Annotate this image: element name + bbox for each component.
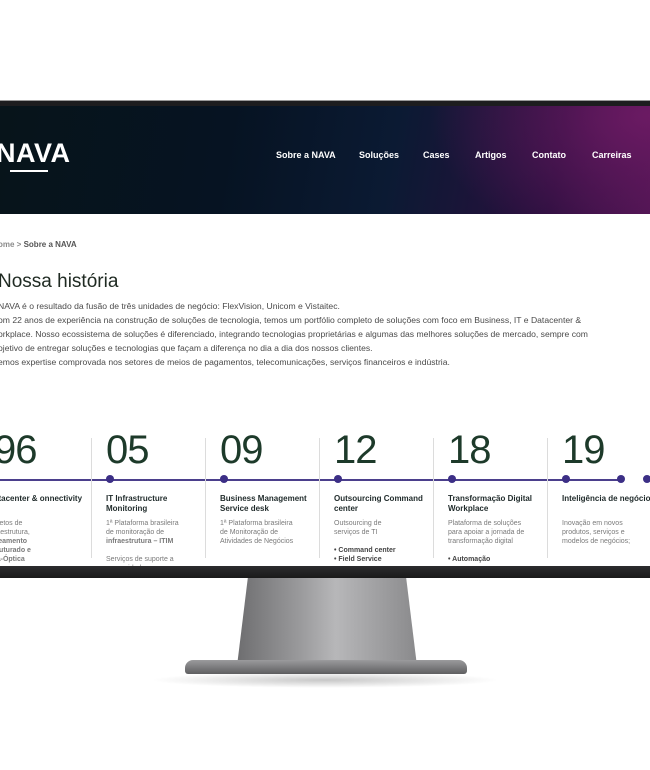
timeline-description-line: • Field Service (334, 556, 382, 563)
timeline-title: Outsourcing Command center (334, 494, 423, 513)
timeline-dot (334, 475, 342, 483)
timeline-year: 96 (0, 428, 37, 472)
timeline-description-line: 1ª Plataforma brasileira (220, 520, 293, 527)
timeline-description-line: raestrutura, (0, 529, 30, 536)
timeline-description-line: necessidade (106, 564, 179, 566)
nav-cases[interactable]: Cases (423, 150, 450, 160)
nav-carreiras[interactable]: Carreiras (592, 150, 632, 160)
timeline-title: Business Management Service desk (220, 494, 307, 513)
timeline-description-line: modelos de negócios; (562, 538, 631, 545)
breadcrumb-separator: > (14, 240, 24, 249)
timeline-description-line: 1ª Plataforma brasileira (106, 520, 179, 527)
timeline-description: Plataforma de soluções para apoiar a jorn… (448, 519, 524, 564)
nav-artigos[interactable]: Artigos (475, 150, 507, 160)
timeline-description-line: ra-Óptica (0, 556, 25, 563)
timeline-description-line: de Monitoração de (220, 529, 278, 536)
timeline-description: ojetos de raestrutura, beamento truturado e… (0, 519, 31, 564)
timeline-description: Outsourcing de serviços de TI • Command c… (334, 519, 396, 564)
timeline-description-line: Serviços de suporte a (106, 556, 174, 563)
timeline-year: 18 (448, 428, 491, 472)
timeline-description-line: Outsourcing de (334, 520, 382, 527)
breadcrumb-current: Sobre a NAVA (23, 240, 77, 249)
timeline-dot (220, 475, 228, 483)
timeline-description-line (448, 546, 524, 555)
nav-solucoes[interactable]: Soluções (359, 150, 399, 160)
timeline-description-line: transformação digital (448, 538, 513, 545)
intro-text: NAVA é o resultado da fusão de três unid… (0, 299, 650, 369)
timeline-dot (106, 475, 114, 483)
timeline-description-line: serviços de TI (334, 529, 378, 536)
intro-line: NAVA é o resultado da fusão de três unid… (0, 301, 340, 311)
monitor-screen: NAVA Sobre a NAVA Soluções Cases Artigos… (0, 106, 650, 566)
timeline-description-line: • Automação (448, 556, 491, 563)
timeline-year: 12 (334, 428, 377, 472)
timeline-description-line: Plataforma de soluções (448, 520, 522, 527)
timeline-year: 09 (220, 428, 263, 472)
timeline-year: 05 (106, 428, 149, 472)
timeline-description-line: truturado e (0, 547, 31, 554)
timeline-description-line: para apoiar a jornada de (448, 529, 525, 536)
page-title: Nossa história (0, 271, 119, 292)
timeline-description-line: de monitoração de (106, 529, 164, 536)
nav-contato[interactable]: Contato (532, 150, 566, 160)
timeline-description: 1ª Plataforma brasileira de monitoração d… (106, 519, 179, 566)
timeline-title: Transformação Digital Workplace (448, 494, 533, 513)
monitor-stand (237, 578, 417, 666)
timeline-dot (448, 475, 456, 483)
timeline-year: 19 (562, 428, 605, 472)
timeline-dot (617, 475, 625, 483)
site-logo[interactable]: NAVA (0, 138, 71, 169)
timeline-description-line: beamento (0, 538, 28, 545)
nav-sobre[interactable]: Sobre a NAVA (276, 150, 336, 160)
intro-line: om 22 anos de experiência na construção … (0, 315, 582, 325)
timeline-description-line: produtos, serviços e (562, 529, 625, 536)
breadcrumb: ome > Sobre a NAVA (0, 240, 77, 249)
timeline-description-line: Atividades de Negócios (220, 538, 294, 545)
timeline-description-line: infraestrutura – ITIM (106, 538, 174, 545)
intro-line: orkplace. Nosso ecossistema de soluções … (0, 329, 588, 339)
timeline-title: atacenter & onnectivity (0, 494, 83, 503)
timeline-title: IT Infrastructure Monitoring (106, 494, 168, 513)
intro-line: emos expertise comprovada nos setores de… (0, 357, 450, 367)
timeline-description-line: Inovação em novos (562, 520, 623, 527)
timeline-description-line: • Command center (334, 547, 396, 554)
timeline-description-line (106, 546, 179, 555)
monitor-chin (0, 566, 650, 578)
timeline-description: 1ª Plataforma brasileira de Monitoração d… (220, 519, 293, 546)
breadcrumb-home[interactable]: ome (0, 240, 14, 249)
logo-underline (10, 170, 48, 172)
intro-line: ojetivo de entregar soluções e tecnologi… (0, 343, 373, 353)
timeline-dot (643, 475, 650, 483)
timeline-line (0, 479, 622, 481)
timeline-dot (562, 475, 570, 483)
timeline-description: Inovação em novos produtos, serviços e mod… (562, 519, 630, 546)
monitor-shadow (150, 672, 500, 688)
timeline-title: Inteligência de negócios (562, 494, 650, 503)
history-timeline: 96 atacenter & onnectivity ojetos de raestr… (0, 424, 650, 566)
timeline-description-line: ojetos de (0, 520, 23, 527)
timeline-description-line (334, 537, 396, 546)
site-header: NAVA Sobre a NAVA Soluções Cases Artigos… (0, 106, 650, 214)
